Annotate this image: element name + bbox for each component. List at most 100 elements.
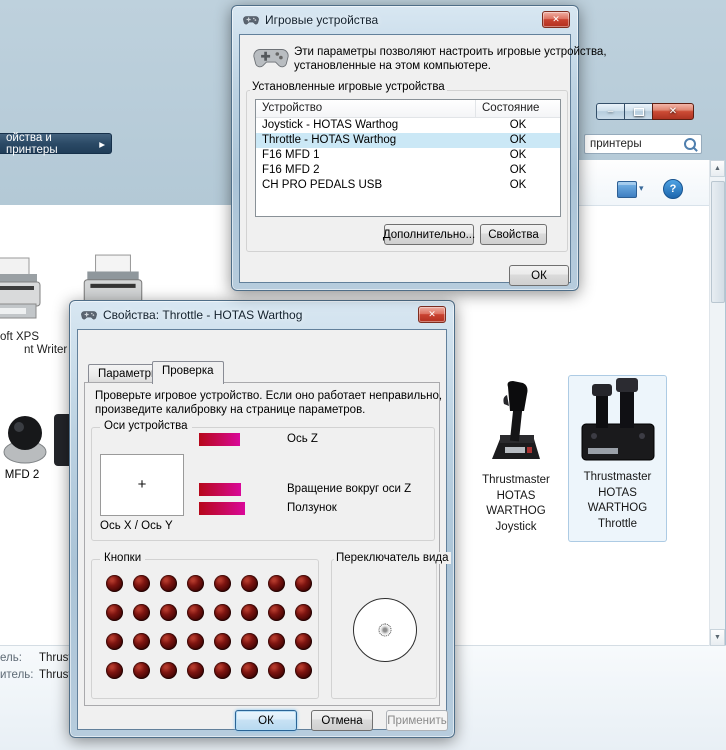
devices-table[interactable]: Устройство Состояние Joystick - HOTAS Wa… bbox=[255, 99, 561, 217]
button-led-icon bbox=[187, 604, 204, 621]
dialog-client: Эти параметры позволяют настроить игровы… bbox=[239, 34, 607, 286]
button-led-icon bbox=[268, 604, 285, 621]
button-led-icon bbox=[133, 604, 150, 621]
pov-group-label: Переключатель вида bbox=[334, 552, 451, 564]
breadcrumb-label: ойства и принтеры bbox=[6, 131, 58, 156]
button-led-icon bbox=[241, 633, 258, 650]
pov-group: Переключатель вида bbox=[331, 552, 451, 699]
button-led-icon bbox=[106, 604, 123, 621]
device-name: Joystick - HOTAS Warthog bbox=[262, 119, 399, 131]
pov-hat-indicator bbox=[353, 598, 417, 662]
trackball-icon[interactable] bbox=[2, 407, 48, 468]
button-led-icon bbox=[133, 575, 150, 592]
button-led-icon bbox=[295, 575, 312, 592]
properties-button[interactable]: Свойства bbox=[480, 224, 547, 245]
button-led-icon bbox=[295, 633, 312, 650]
close-button[interactable]: ✕ bbox=[542, 11, 570, 28]
ok-button[interactable]: ОК bbox=[509, 265, 569, 286]
device-status: OK bbox=[509, 164, 527, 176]
scrollbar[interactable]: ▲ ▼ bbox=[709, 160, 725, 646]
printer-icon[interactable] bbox=[0, 256, 42, 333]
intro-text: Эти параметры позволяют настроить игровы… bbox=[294, 46, 607, 58]
axis-bar-slider bbox=[199, 502, 245, 515]
trackball-icon bbox=[3, 416, 47, 464]
minimize-icon: – bbox=[607, 106, 614, 117]
window-caption-buttons: – ✕ bbox=[596, 103, 694, 120]
toolbar: ▾ ? bbox=[579, 160, 709, 206]
button-led-icon bbox=[106, 633, 123, 650]
scroll-up-icon[interactable]: ▲ bbox=[710, 160, 725, 177]
button-led-icon bbox=[106, 662, 123, 679]
scrollbar-thumb[interactable] bbox=[711, 181, 725, 303]
button-led-icon bbox=[187, 633, 204, 650]
close-icon: ✕ bbox=[428, 309, 436, 319]
properties-dialog: Свойства: Throttle - HOTAS Warthog ✕ Пар… bbox=[69, 300, 455, 738]
buttons-indicator-grid bbox=[106, 575, 312, 679]
button-led-icon bbox=[214, 633, 231, 650]
device-row[interactable]: F16 MFD 1 OK bbox=[256, 148, 560, 163]
device-name: F16 MFD 2 bbox=[262, 164, 320, 176]
breadcrumb[interactable]: ойства и принтеры ▸ bbox=[0, 131, 112, 156]
buttons-group: Кнопки bbox=[91, 552, 319, 699]
tab-test[interactable]: Проверка bbox=[152, 361, 224, 384]
column-header-status[interactable]: Состояние bbox=[476, 100, 560, 117]
search-icon bbox=[684, 138, 696, 150]
button-led-icon bbox=[160, 604, 177, 621]
desktop: – ✕ ойства и принтеры ▸ принтеры ▾ ? ▲ ▼ bbox=[0, 0, 726, 750]
close-button[interactable]: ✕ bbox=[418, 306, 446, 323]
gamepad-icon bbox=[243, 15, 259, 24]
close-window-button[interactable]: ✕ bbox=[652, 103, 694, 120]
axis-bar-rz bbox=[199, 483, 241, 496]
help-icon[interactable]: ? bbox=[663, 179, 683, 199]
device-status: OK bbox=[509, 119, 527, 131]
device-tile-throttle[interactable]: Thrustmaster HOTAS WARTHOG Throttle bbox=[568, 375, 667, 542]
test-tab-panel: Проверьте игровое устройство. Если оно р… bbox=[84, 382, 451, 706]
axis-label: Ползунок bbox=[287, 502, 337, 514]
joystick-tile-label: Thrustmaster bbox=[482, 474, 550, 486]
button-led-icon bbox=[214, 604, 231, 621]
device-tile-joystick[interactable]: Thrustmaster HOTAS WARTHOG Joystick bbox=[471, 377, 561, 542]
advanced-button[interactable]: Дополнительно... bbox=[383, 224, 475, 245]
device-row[interactable]: F16 MFD 2 OK bbox=[256, 163, 560, 178]
device-status: OK bbox=[509, 179, 527, 191]
gamepad-large-icon bbox=[253, 49, 289, 68]
joystick-tile-label: Joystick bbox=[495, 520, 537, 533]
scroll-down-icon[interactable]: ▼ bbox=[710, 629, 725, 646]
throttle-tile-label: Throttle bbox=[598, 517, 637, 530]
axes-group-label: Оси устройства bbox=[100, 420, 192, 432]
axis-label: Вращение вокруг оси Z bbox=[287, 483, 412, 495]
device-name: F16 MFD 1 bbox=[262, 149, 320, 161]
column-header-device[interactable]: Устройство bbox=[256, 100, 476, 117]
apply-button[interactable]: Применить bbox=[386, 710, 448, 731]
button-led-icon bbox=[160, 662, 177, 679]
maximize-icon bbox=[633, 107, 644, 116]
throttle-tile-label: Thrustmaster bbox=[583, 471, 652, 483]
throttle-tile-label: HOTAS bbox=[598, 486, 637, 499]
button-led-icon bbox=[214, 575, 231, 592]
title-bar[interactable]: Игровые устройства ✕ bbox=[232, 6, 578, 34]
table-header: Устройство Состояние bbox=[256, 100, 560, 118]
axes-group: Оси устройства + Ось X / Ось Y Ось Z Вра… bbox=[91, 420, 435, 541]
dialog-title: Игровые устройства bbox=[265, 13, 379, 27]
printer-icon bbox=[0, 257, 41, 319]
close-icon: ✕ bbox=[552, 14, 560, 24]
device-row[interactable]: Throttle - HOTAS Warthog OK bbox=[256, 133, 560, 148]
button-led-icon bbox=[295, 662, 312, 679]
search-input[interactable]: принтеры bbox=[584, 134, 702, 154]
throttle-icon bbox=[581, 378, 654, 461]
view-selector-icon[interactable] bbox=[617, 181, 637, 198]
button-led-icon bbox=[268, 662, 285, 679]
button-led-icon bbox=[133, 633, 150, 650]
device-row[interactable]: Joystick - HOTAS Warthog OK bbox=[256, 118, 560, 133]
device-label: MFD 2 bbox=[4, 469, 40, 481]
ok-button[interactable]: ОК bbox=[235, 710, 297, 731]
cancel-button[interactable]: Отмена bbox=[311, 710, 373, 731]
caret-down-icon[interactable]: ▾ bbox=[639, 183, 644, 194]
title-bar[interactable]: Свойства: Throttle - HOTAS Warthog ✕ bbox=[70, 301, 454, 329]
axis-label: Ось Z bbox=[287, 433, 318, 445]
instruction-text: Проверьте игровое устройство. Если оно р… bbox=[95, 390, 443, 402]
minimize-button[interactable]: – bbox=[596, 103, 625, 120]
close-icon: ✕ bbox=[668, 106, 678, 117]
device-row[interactable]: CH PRO PEDALS USB OK bbox=[256, 178, 560, 193]
maximize-button[interactable] bbox=[625, 103, 652, 120]
